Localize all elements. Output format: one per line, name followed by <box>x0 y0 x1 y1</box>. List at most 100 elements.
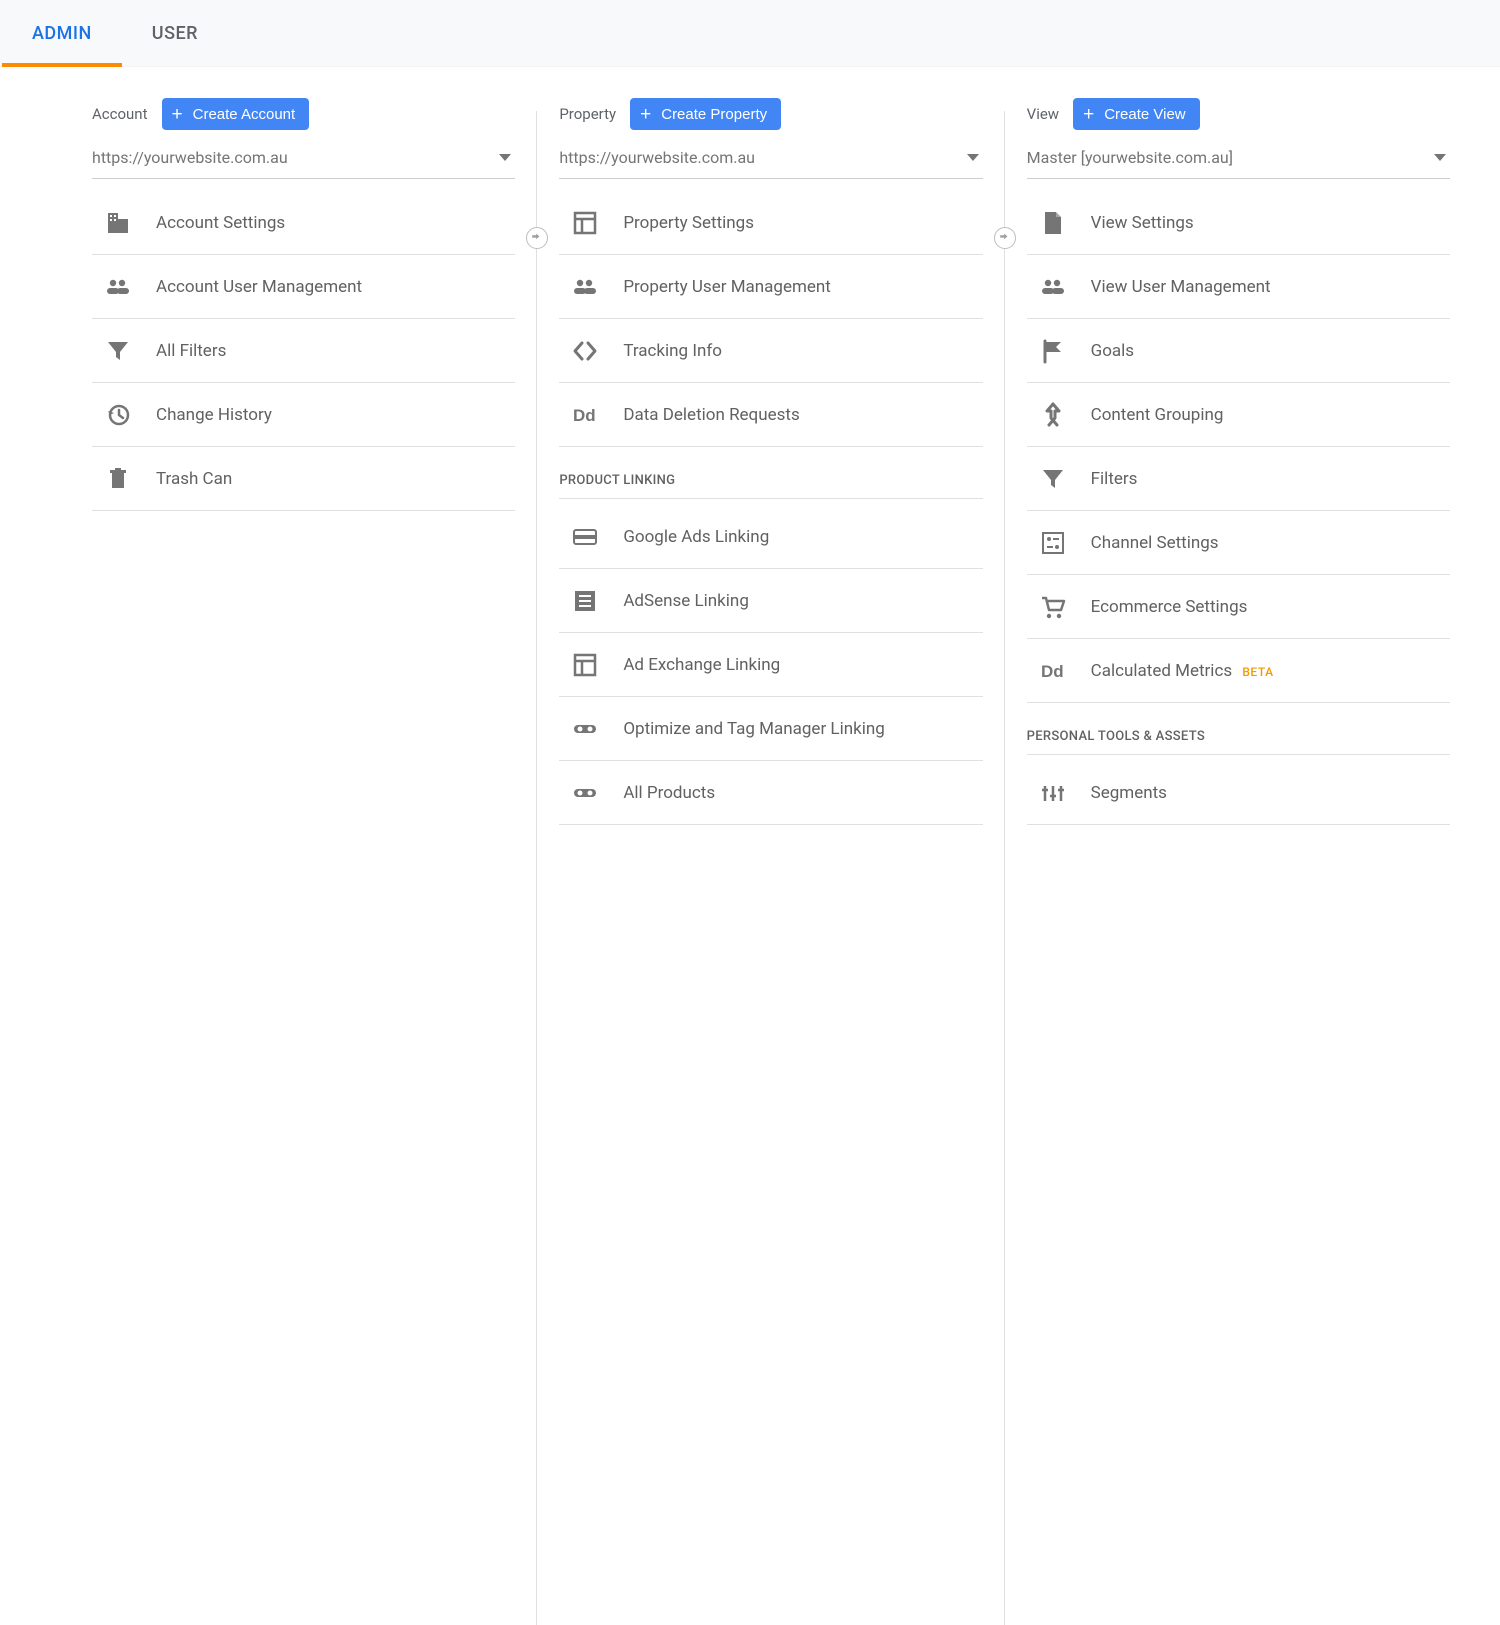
menu-item-view-settings[interactable]: View Settings <box>1027 191 1450 255</box>
view-dropdown[interactable]: Master [yourwebsite.com.au] <box>1027 139 1450 179</box>
create-view-label: Create View <box>1104 106 1185 123</box>
chevron-down-icon <box>1434 154 1446 161</box>
menu-item-label: Property User Management <box>623 277 831 297</box>
doclist-icon <box>571 587 599 615</box>
menu-item-all-products[interactable]: All Products <box>559 761 982 825</box>
menu-item-label: Content Grouping <box>1091 405 1224 425</box>
file-icon <box>1039 209 1067 237</box>
menu-item-all-filters[interactable]: All Filters <box>92 319 515 383</box>
create-view-button[interactable]: + Create View <box>1073 98 1200 130</box>
chevron-down-icon <box>967 154 979 161</box>
create-property-label: Create Property <box>661 106 767 123</box>
building-icon <box>104 209 132 237</box>
merge-icon <box>1039 401 1067 429</box>
menu-item-property-settings[interactable]: Property Settings <box>559 191 982 255</box>
property-dropdown[interactable]: https://yourwebsite.com.au <box>559 139 982 179</box>
code-icon <box>571 337 599 365</box>
property-label: Property <box>559 105 616 123</box>
account-label: Account <box>92 105 148 123</box>
account-dropdown[interactable]: https://yourwebsite.com.au <box>92 139 515 179</box>
column-divider <box>1004 111 1005 1625</box>
people-icon <box>1039 273 1067 301</box>
menu-item-label: All Filters <box>156 341 226 361</box>
menu-item-property-user-management[interactable]: Property User Management <box>559 255 982 319</box>
menu-item-optimize-and-tag-manager-linking[interactable]: Optimize and Tag Manager Linking <box>559 697 982 761</box>
menu-item-change-history[interactable]: Change History <box>92 383 515 447</box>
sliders-icon <box>1039 779 1067 807</box>
menu-item-calculated-metrics[interactable]: Calculated Metrics BETA <box>1027 639 1450 703</box>
top-tabs: ADMIN USER <box>0 0 1500 67</box>
create-property-button[interactable]: + Create Property <box>630 98 781 130</box>
tab-user[interactable]: USER <box>152 0 198 67</box>
menu-item-goals[interactable]: Goals <box>1027 319 1450 383</box>
menu-item-label: All Products <box>623 783 715 803</box>
dd-icon <box>1039 657 1067 685</box>
flag-icon <box>1039 337 1067 365</box>
people-icon <box>571 273 599 301</box>
menu-item-label: Account User Management <box>156 277 362 297</box>
channels-icon <box>1039 529 1067 557</box>
filter-icon <box>1039 465 1067 493</box>
menu-item-label: AdSense Linking <box>623 591 749 611</box>
dd-icon <box>571 401 599 429</box>
account-column: Account + Create Account https://yourweb… <box>92 97 515 825</box>
menu-item-account-user-management[interactable]: Account User Management <box>92 255 515 319</box>
create-account-label: Create Account <box>193 106 296 123</box>
people-icon <box>104 273 132 301</box>
menu-item-google-ads-linking[interactable]: Google Ads Linking <box>559 505 982 569</box>
history-icon <box>104 401 132 429</box>
menu-item-adsense-linking[interactable]: AdSense Linking <box>559 569 982 633</box>
menu-item-label: Ecommerce Settings <box>1091 597 1248 617</box>
menu-item-segments[interactable]: Segments <box>1027 761 1450 825</box>
menu-item-label: Calculated Metrics BETA <box>1091 661 1274 681</box>
menu-item-channel-settings[interactable]: Channel Settings <box>1027 511 1450 575</box>
property-column: Property + Create Property https://yourw… <box>559 97 982 825</box>
view-column: View + Create View Master [yourwebsite.c… <box>1027 97 1450 825</box>
move-to-property-button[interactable] <box>526 227 548 249</box>
menu-item-label: Filters <box>1091 469 1138 489</box>
property-menu: Property Settings Property User Managemen… <box>559 191 982 447</box>
menu-item-tracking-info[interactable]: Tracking Info <box>559 319 982 383</box>
account-menu: Account Settings Account User Management A… <box>92 191 515 511</box>
filter-icon <box>104 337 132 365</box>
view-dropdown-value: Master [yourwebsite.com.au] <box>1027 148 1233 167</box>
trash-icon <box>104 465 132 493</box>
menu-item-label: View Settings <box>1091 213 1194 233</box>
plus-icon: + <box>1083 105 1094 124</box>
plus-icon: + <box>172 105 183 124</box>
menu-item-label: View User Management <box>1091 277 1271 297</box>
menu-item-label: Optimize and Tag Manager Linking <box>623 719 884 739</box>
layout-icon <box>571 209 599 237</box>
menu-item-content-grouping[interactable]: Content Grouping <box>1027 383 1450 447</box>
menu-item-label: Property Settings <box>623 213 754 233</box>
product-linking-menu: Google Ads Linking AdSense Linking Ad Exch… <box>559 505 982 825</box>
layout-icon <box>571 651 599 679</box>
column-divider <box>536 111 537 1625</box>
columns: Account + Create Account https://yourweb… <box>0 67 1500 825</box>
link-icon <box>571 715 599 743</box>
menu-item-ad-exchange-linking[interactable]: Ad Exchange Linking <box>559 633 982 697</box>
menu-item-label: Channel Settings <box>1091 533 1219 553</box>
cart-icon <box>1039 593 1067 621</box>
menu-item-label: Tracking Info <box>623 341 722 361</box>
menu-item-label: Ad Exchange Linking <box>623 655 780 675</box>
create-account-button[interactable]: + Create Account <box>162 98 310 130</box>
property-dropdown-value: https://yourwebsite.com.au <box>559 148 755 167</box>
chevron-down-icon <box>499 154 511 161</box>
account-dropdown-value: https://yourwebsite.com.au <box>92 148 288 167</box>
menu-item-ecommerce-settings[interactable]: Ecommerce Settings <box>1027 575 1450 639</box>
menu-item-trash-can[interactable]: Trash Can <box>92 447 515 511</box>
menu-item-filters[interactable]: Filters <box>1027 447 1450 511</box>
section-personal-tools: PERSONAL TOOLS & ASSETS <box>1027 729 1450 755</box>
menu-item-data-deletion-requests[interactable]: Data Deletion Requests <box>559 383 982 447</box>
menu-item-label: Change History <box>156 405 272 425</box>
view-menu: View Settings View User Management Goals Co… <box>1027 191 1450 703</box>
move-to-view-button[interactable] <box>994 227 1016 249</box>
tab-admin[interactable]: ADMIN <box>32 0 92 67</box>
section-product-linking: PRODUCT LINKING <box>559 473 982 499</box>
plus-icon: + <box>640 105 651 124</box>
link-icon <box>571 779 599 807</box>
menu-item-view-user-management[interactable]: View User Management <box>1027 255 1450 319</box>
menu-item-account-settings[interactable]: Account Settings <box>92 191 515 255</box>
menu-item-label: Data Deletion Requests <box>623 405 799 425</box>
